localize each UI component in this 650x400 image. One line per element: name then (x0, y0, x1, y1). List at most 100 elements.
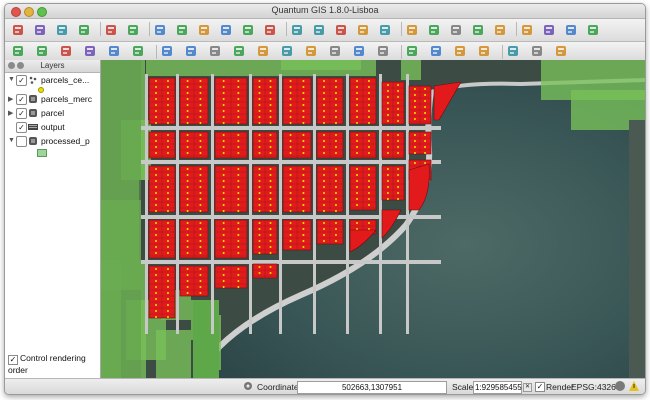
render-checkbox[interactable]: ✓ (535, 382, 545, 392)
parcel-centroid (199, 240, 202, 242)
add-vector-icon[interactable] (153, 23, 167, 37)
parcel-centroid (367, 134, 370, 136)
map-view[interactable] (101, 60, 645, 378)
messages-warning-icon[interactable] (629, 381, 639, 391)
add-postgis-icon[interactable] (197, 23, 211, 37)
layer-item-processed[interactable]: ▼ processed_p (5, 135, 100, 148)
copy-icon[interactable] (471, 23, 485, 37)
print-composer-icon[interactable] (104, 23, 118, 37)
move-label-icon[interactable] (83, 44, 97, 58)
coordinate-field[interactable]: 502663,1307951 (297, 381, 447, 394)
crs-globe-icon[interactable] (615, 381, 625, 391)
map-tips-icon[interactable] (506, 44, 520, 58)
parcel-centroid (289, 234, 292, 236)
deselect-icon[interactable] (453, 44, 467, 58)
parcel-centroid (356, 198, 359, 200)
parcel-centroid (237, 240, 240, 242)
map-canvas[interactable] (101, 60, 645, 378)
move-feature-icon[interactable] (378, 23, 392, 37)
parcel-centroid (237, 174, 240, 176)
bookmark-icon[interactable] (530, 44, 544, 58)
pin-label-icon[interactable] (35, 44, 49, 58)
parcel-centroid (155, 186, 158, 188)
parcel-centroid (367, 146, 370, 148)
cut-icon[interactable] (449, 23, 463, 37)
parcel-centroid (413, 88, 416, 90)
zoom-full-icon[interactable] (256, 44, 270, 58)
parcel-centroid (334, 180, 337, 182)
new-project-icon[interactable] (11, 23, 25, 37)
refresh-icon[interactable] (376, 44, 390, 58)
help-icon[interactable] (554, 44, 568, 58)
zoom-last-icon[interactable] (328, 44, 342, 58)
parcel-centroid (367, 222, 370, 224)
measure-icon[interactable] (477, 44, 491, 58)
parcel-centroid (186, 152, 189, 154)
expand-arrow-icon[interactable]: ▼ (8, 137, 15, 144)
parcel-centroid (166, 252, 169, 254)
add-wms-icon[interactable] (241, 23, 255, 37)
layer-visibility-checkbox[interactable] (16, 136, 27, 147)
collapse-arrow-icon[interactable]: ▶ (8, 95, 13, 103)
layer-visibility-checkbox[interactable]: ✓ (16, 94, 27, 105)
highlight-icon[interactable] (59, 44, 73, 58)
layer-visibility-checkbox[interactable]: ✓ (16, 122, 27, 133)
zoom-out-icon[interactable] (232, 44, 246, 58)
save-as-icon[interactable] (77, 23, 91, 37)
zoom-selection-icon[interactable] (304, 44, 318, 58)
plugin-icon[interactable] (564, 23, 578, 37)
pan-icon[interactable] (160, 44, 174, 58)
scale-combobox[interactable]: 1:929585455 (473, 381, 522, 394)
control-rendering-order-checkbox[interactable]: ✓ (8, 355, 18, 365)
add-feature-icon[interactable] (356, 23, 370, 37)
layer-item-parcels-centroids[interactable]: ▼ ✓ parcels_ce... (5, 74, 100, 87)
identify-icon[interactable] (405, 44, 419, 58)
save-project-icon[interactable] (55, 23, 69, 37)
layer-item-parcels-merc[interactable]: ▶ ✓ parcels_merc (5, 93, 100, 106)
zoom-next-icon[interactable] (352, 44, 366, 58)
new-layer-icon[interactable] (290, 23, 304, 37)
node-tool-icon[interactable] (405, 23, 419, 37)
parcel-centroid (323, 240, 326, 242)
parcel-centroid (302, 110, 305, 112)
layer-visibility-checkbox[interactable]: ✓ (16, 75, 27, 86)
label-tool-icon[interactable] (11, 44, 25, 58)
expand-arrow-icon[interactable]: ▼ (8, 76, 15, 83)
toolbar-separator (149, 22, 150, 36)
parcel-centroid (367, 180, 370, 182)
coordinate-toggle-icon[interactable] (243, 381, 253, 391)
digitize-icon[interactable] (312, 23, 326, 37)
add-raster-icon[interactable] (175, 23, 189, 37)
stop-render-icon[interactable]: ✕ (523, 383, 532, 392)
parcel-centroid (367, 116, 370, 118)
undo-icon[interactable] (520, 23, 534, 37)
zoom-in-icon[interactable] (208, 44, 222, 58)
parcel-centroid (222, 168, 225, 170)
layer-visibility-checkbox[interactable]: ✓ (16, 108, 27, 119)
select-icon[interactable] (429, 44, 443, 58)
layer-item-parcel[interactable]: ▶ ✓ parcel (5, 107, 100, 120)
parcel-centroid (186, 140, 189, 142)
parcel-centroid (258, 174, 261, 176)
new-composer-icon[interactable] (126, 23, 140, 37)
paste-icon[interactable] (493, 23, 507, 37)
zoom-layer-icon[interactable] (280, 44, 294, 58)
add-wfs-icon[interactable] (263, 23, 277, 37)
redo-icon[interactable] (542, 23, 556, 37)
parcel-centroid (356, 192, 359, 194)
layer-item-output[interactable]: ✓ output (5, 121, 100, 134)
edit-icon[interactable] (334, 23, 348, 37)
parcel-centroid (269, 174, 272, 176)
add-spatialite-icon[interactable] (219, 23, 233, 37)
change-label-icon[interactable] (131, 44, 145, 58)
crs-status[interactable]: EPSG:4326 (571, 382, 616, 392)
delete-icon[interactable] (427, 23, 441, 37)
collapse-arrow-icon[interactable]: ▶ (8, 109, 13, 117)
open-project-icon[interactable] (33, 23, 47, 37)
pan-to-selection-icon[interactable] (184, 44, 198, 58)
control-rendering-order[interactable]: ✓ Control rendering order (8, 353, 100, 375)
parcel-centroid (269, 272, 272, 274)
parcel-centroid (222, 152, 225, 154)
python-icon[interactable] (586, 23, 600, 37)
rotate-label-icon[interactable] (107, 44, 121, 58)
